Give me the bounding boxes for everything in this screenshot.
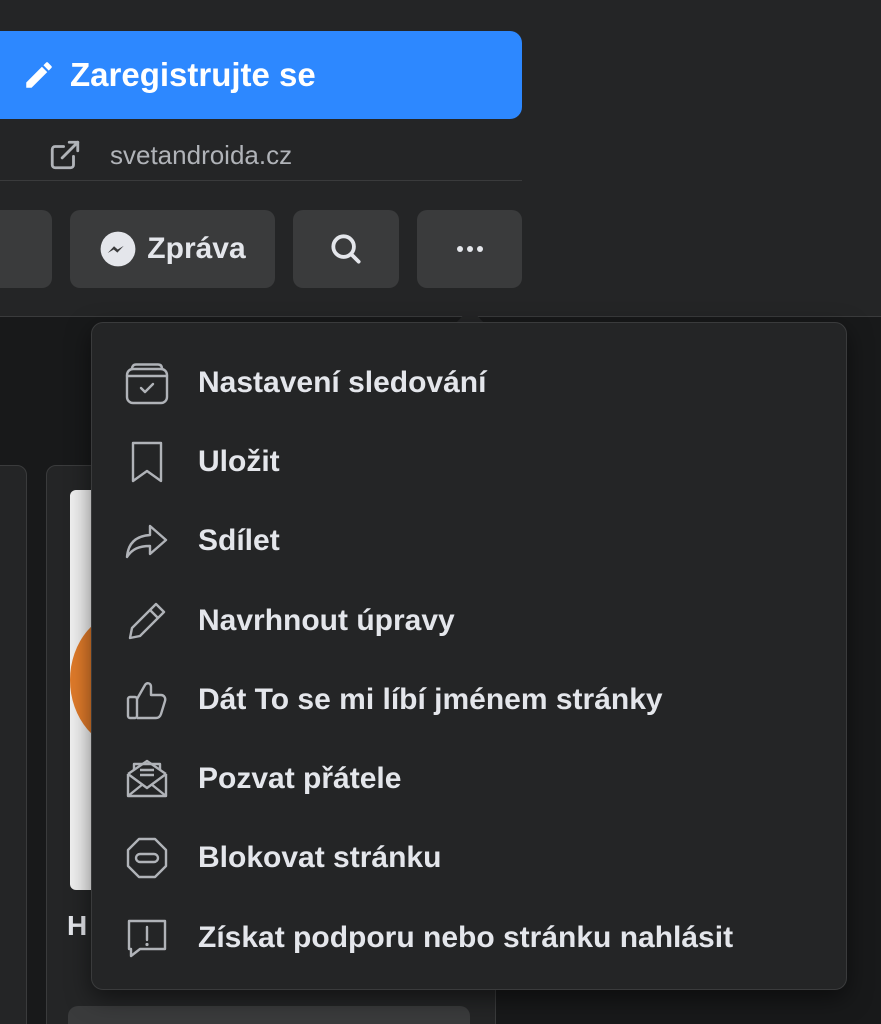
message-button[interactable]: Zpráva: [70, 210, 275, 288]
message-label: Zpráva: [147, 232, 246, 265]
menu-item-suggest-edits[interactable]: Navrhnout úpravy: [92, 581, 846, 660]
more-options-menu: Nastavení sledování Uložit Sdílet Navrhn…: [91, 322, 847, 990]
block-icon: [124, 835, 170, 881]
menu-item-label: Blokovat stránku: [198, 841, 442, 875]
page: Zaregistrujte se svetandroida.cz Zpráva: [0, 0, 881, 1024]
dropdown-arrow: [456, 308, 484, 323]
menu-item-save[interactable]: Uložit: [92, 422, 846, 501]
action-button-partial[interactable]: [0, 210, 52, 288]
menu-item-label: Sdílet: [198, 524, 280, 558]
website-row: svetandroida.cz: [0, 130, 522, 181]
menu-item-label: Navrhnout úpravy: [198, 603, 455, 637]
pencil-icon: [26, 62, 52, 88]
menu-item-label: Nastavení sledování: [198, 365, 487, 399]
report-icon: [124, 915, 170, 961]
signup-button[interactable]: Zaregistrujte se: [0, 31, 522, 119]
card-button[interactable]: [68, 1006, 470, 1024]
more-options-button[interactable]: [417, 210, 522, 288]
content-card: [0, 465, 27, 1024]
share-icon: [124, 518, 170, 564]
menu-item-label: Získat podporu nebo stránku nahlásit: [198, 920, 734, 954]
follow-settings-icon: [124, 360, 170, 406]
thumbs-up-icon: [124, 677, 170, 723]
menu-item-like-as-page[interactable]: Dát To se mi líbí jménem stránky: [92, 660, 846, 739]
external-link-icon: [50, 140, 80, 170]
menu-item-label: Dát To se mi líbí jménem stránky: [198, 682, 663, 716]
menu-item-block-page[interactable]: Blokovat stránku: [92, 819, 846, 898]
page-header: Zaregistrujte se svetandroida.cz Zpráva: [0, 0, 881, 317]
menu-item-report[interactable]: Získat podporu nebo stránku nahlásit: [92, 898, 846, 977]
signup-label: Zaregistrujte se: [70, 56, 316, 93]
search-button[interactable]: [293, 210, 399, 288]
card-title: H: [67, 910, 88, 941]
menu-item-label: Uložit: [198, 444, 280, 478]
menu-item-follow-settings[interactable]: Nastavení sledování: [92, 343, 846, 422]
bookmark-icon: [124, 439, 170, 485]
messenger-icon: [100, 231, 136, 267]
pencil-icon: [124, 598, 170, 644]
more-dots-icon: [456, 246, 483, 252]
menu-item-share[interactable]: Sdílet: [92, 502, 846, 581]
invite-envelope-icon: [124, 756, 170, 802]
search-icon: [331, 234, 361, 264]
menu-item-invite-friends[interactable]: Pozvat přátele: [92, 739, 846, 818]
website-link[interactable]: svetandroida.cz: [110, 140, 292, 171]
menu-item-label: Pozvat přátele: [198, 762, 402, 796]
